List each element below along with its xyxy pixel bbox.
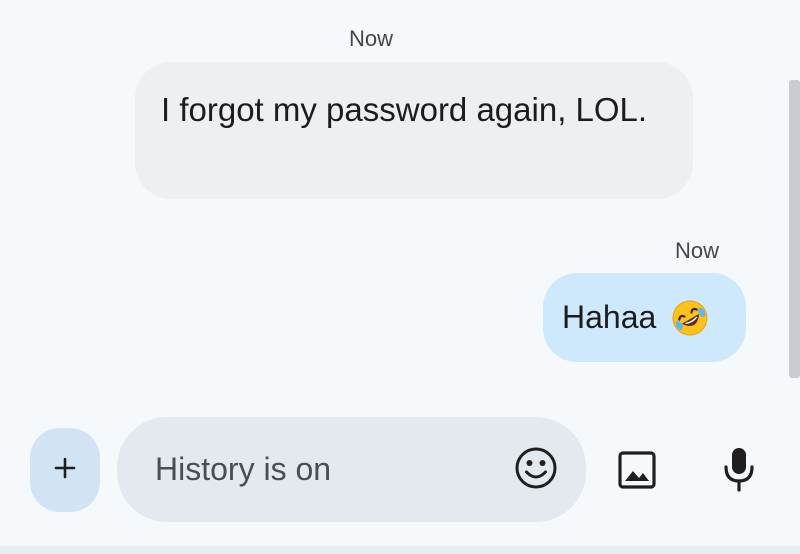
gallery-button[interactable] — [612, 447, 662, 497]
smiley-icon — [514, 446, 558, 495]
message-text: Hahaa — [562, 299, 657, 335]
plus-icon — [54, 457, 76, 484]
outgoing-message-bubble[interactable]: Hahaa — [543, 273, 746, 362]
mic-icon — [722, 445, 756, 498]
image-icon — [616, 449, 658, 496]
add-attachment-button[interactable] — [30, 428, 100, 512]
message-timestamp: Now — [675, 238, 720, 263]
emoji-button[interactable] — [513, 447, 559, 493]
message-compose-field[interactable] — [117, 417, 586, 522]
bottom-divider — [0, 546, 800, 554]
voice-message-button[interactable] — [717, 445, 761, 497]
message-text: I forgot my password again, LOL. — [161, 91, 648, 128]
message-input[interactable] — [153, 443, 487, 496]
scrollbar[interactable] — [789, 80, 800, 378]
rofl-emoji-icon — [670, 298, 710, 338]
message-timestamp: Now — [349, 26, 394, 51]
incoming-message-bubble[interactable]: I forgot my password again, LOL. — [135, 62, 693, 199]
